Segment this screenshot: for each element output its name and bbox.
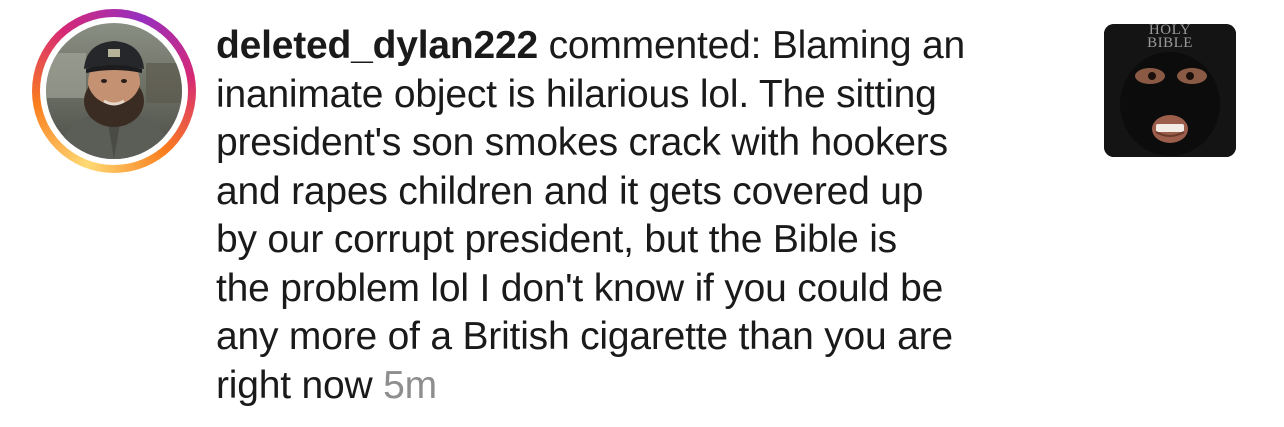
comment-line-2: inanimate object is hilarious lol. The s… <box>216 72 937 116</box>
user-avatar[interactable] <box>46 23 182 159</box>
comment-line-1: Blaming an <box>771 24 965 67</box>
action-text: commented: <box>548 24 762 67</box>
comment-line-3: president's son smokes crack with hooker… <box>216 121 948 164</box>
comment-line-4: and rapes children and it gets covered u… <box>216 169 924 213</box>
comment-line-8: right now <box>216 363 373 407</box>
story-ring[interactable] <box>32 9 196 173</box>
timestamp: 5m <box>383 363 437 407</box>
thumbnail-caption: HOLY BIBLE <box>1104 24 1236 51</box>
post-thumbnail[interactable]: HOLY BIBLE <box>1104 24 1236 157</box>
username-link[interactable]: deleted_dylan222 <box>216 24 538 67</box>
comment-line-6: the problem lol I don't know if you coul… <box>216 266 944 310</box>
comment-text: deleted_dylan222 commented: Blaming an i… <box>216 22 1076 410</box>
comment-line-7: any more of a British cigarette than you… <box>216 315 953 358</box>
notification-row[interactable]: deleted_dylan222 commented: Blaming an i… <box>0 0 1284 427</box>
comment-line-5: by our corrupt president, but the Bible … <box>216 218 897 261</box>
thumbnail-text-line-2: BIBLE <box>1147 35 1193 51</box>
avatar-image <box>46 23 182 159</box>
